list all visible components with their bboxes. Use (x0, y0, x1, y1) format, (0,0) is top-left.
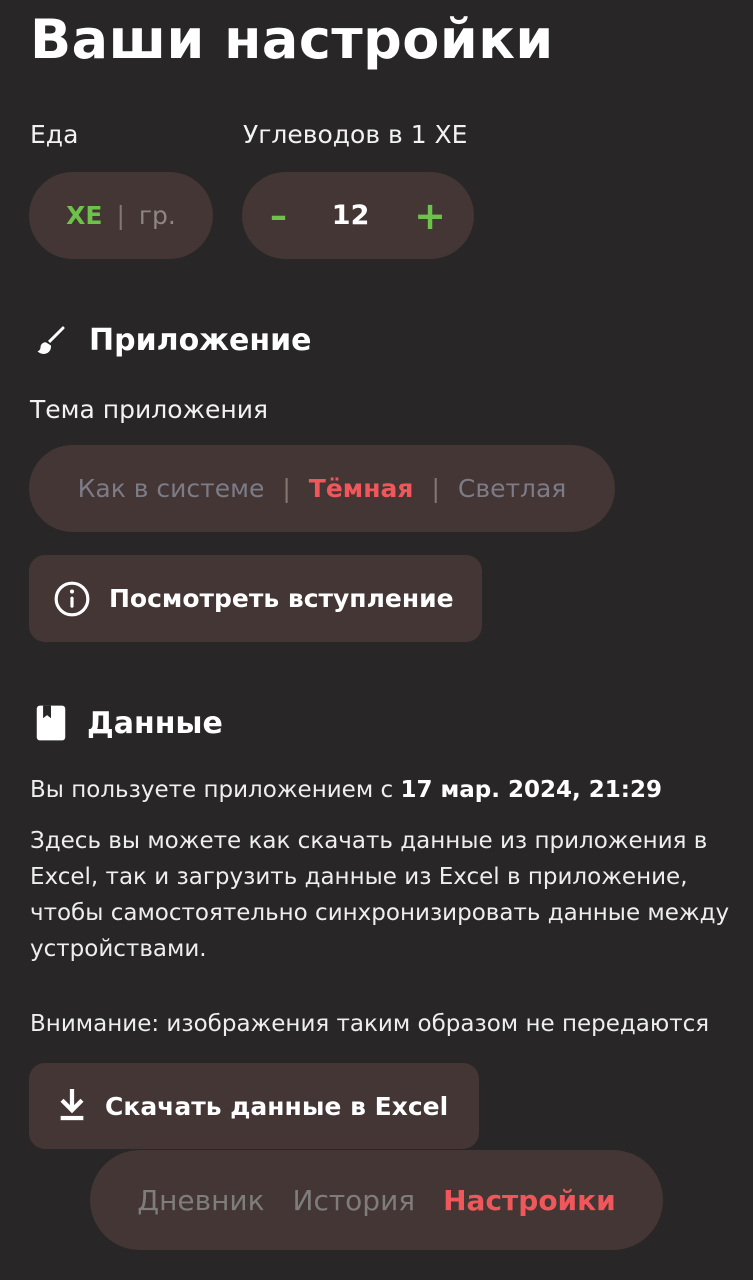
download-excel-button[interactable]: Скачать данные в Excel (29, 1063, 479, 1149)
food-label: Еда (30, 120, 79, 149)
carbs-label: Углеводов в 1 ХЕ (243, 120, 468, 149)
theme-toggle: Как в системе | Тёмная | Светлая (29, 445, 615, 532)
theme-label: Тема приложения (30, 395, 269, 424)
brush-icon (37, 326, 65, 354)
data-section-header: Данные (35, 704, 223, 742)
theme-option-dark[interactable]: Тёмная (309, 474, 414, 503)
decrement-button[interactable]: – (270, 199, 287, 233)
view-intro-button[interactable]: Посмотреть вступление (29, 555, 482, 642)
unit-option-xe[interactable]: ХЕ (66, 201, 102, 230)
carbs-stepper: – 12 + (242, 172, 474, 259)
tab-history[interactable]: История (293, 1184, 416, 1217)
data-description: Здесь вы можете как скачать данные из пр… (30, 828, 730, 962)
tab-diary[interactable]: Дневник (137, 1184, 264, 1217)
usage-since: Вы пользуете приложением с 17 мар. 2024,… (30, 772, 662, 808)
data-section-title: Данные (87, 705, 223, 741)
book-icon (36, 705, 66, 741)
unit-separator: | (116, 201, 125, 230)
theme-separator: | (282, 474, 291, 503)
download-excel-label: Скачать данные в Excel (105, 1091, 449, 1121)
app-section-header: Приложение (33, 322, 311, 358)
theme-separator: | (431, 474, 440, 503)
usage-since-prefix: Вы пользуете приложением с (30, 777, 394, 803)
increment-button[interactable]: + (414, 197, 446, 235)
unit-option-grams[interactable]: гр. (139, 201, 176, 230)
info-icon (54, 581, 90, 616)
usage-since-date: 17 мар. 2024, 21:29 (400, 777, 662, 803)
view-intro-label: Посмотреть вступление (109, 584, 454, 613)
data-warning: Внимание: изображения таким образом не п… (30, 1011, 710, 1037)
food-unit-toggle[interactable]: ХЕ | гр. (29, 172, 213, 259)
tab-settings[interactable]: Настройки (443, 1184, 616, 1217)
theme-option-system[interactable]: Как в системе (78, 474, 265, 503)
app-section-title: Приложение (89, 322, 312, 358)
carbs-value: 12 (331, 200, 370, 231)
bottom-tab-bar: Дневник История Настройки (90, 1150, 663, 1250)
theme-option-light[interactable]: Светлая (458, 474, 566, 503)
download-icon (60, 1089, 84, 1121)
page-title: Ваши настройки (30, 8, 554, 71)
